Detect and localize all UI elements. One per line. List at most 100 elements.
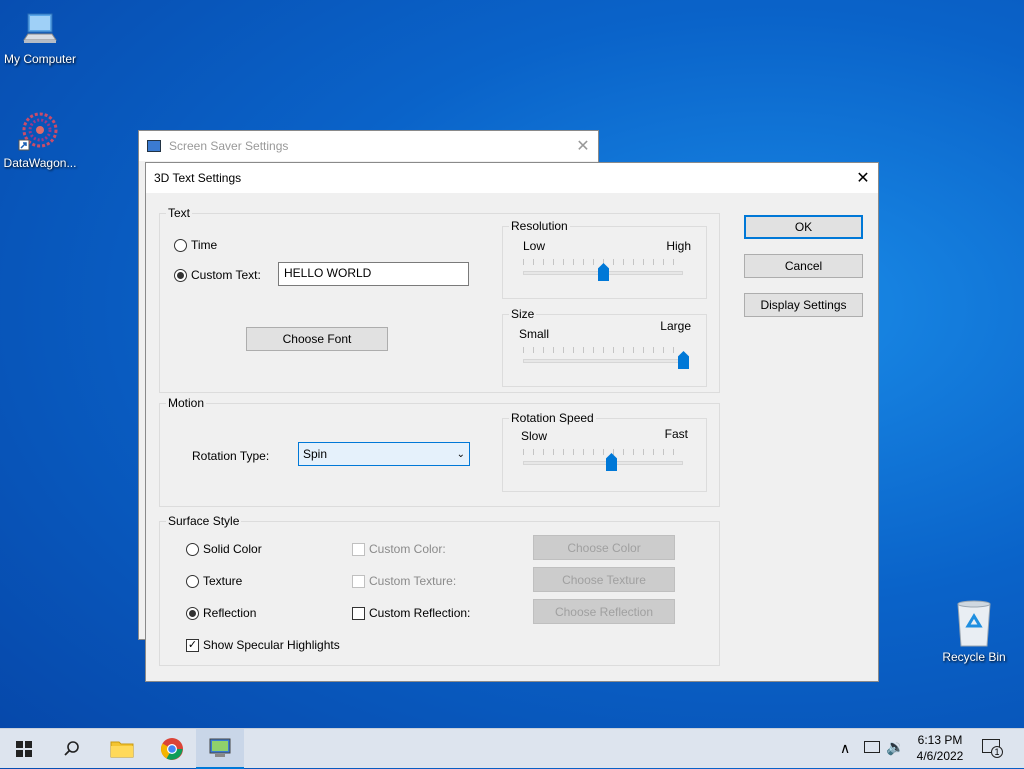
volume-icon[interactable]: 🔉 [886, 738, 905, 756]
recycle-bin-icon [952, 600, 996, 648]
dialog-title: 3D Text Settings [154, 171, 242, 185]
motion-group: Motion Rotation Type: Spin ⌄ Rotation Sp… [159, 396, 720, 507]
radio-dot [186, 574, 199, 588]
desktop-icon-label: DataWagon... [3, 156, 77, 170]
desktop-icon-recycle-bin[interactable]: Recycle Bin [934, 600, 1014, 664]
time-radio[interactable]: Time [174, 238, 217, 252]
checkmark-icon: ✓ [186, 638, 199, 652]
choose-texture-button[interactable]: Choose Texture [533, 567, 675, 592]
custom-text-radio[interactable]: Custom Text: [174, 268, 261, 282]
slider-thumb[interactable] [606, 453, 617, 471]
3d-text-settings-dialog: 3D Text Settings ✕ Text Time Custom Text… [145, 162, 879, 682]
texture-radio[interactable]: Texture [186, 574, 242, 588]
choose-reflection-button[interactable]: Choose Reflection [533, 599, 675, 624]
desktop-icon-label: My Computer [3, 52, 77, 66]
display-settings-button[interactable]: Display Settings [744, 293, 863, 317]
group-label: Rotation Speed [509, 411, 596, 425]
slider-ticks [523, 449, 683, 455]
chevron-up-icon[interactable]: ∧ [840, 740, 850, 757]
custom-color-checkbox[interactable]: Custom Color: [352, 542, 446, 556]
ok-button[interactable]: OK [744, 215, 863, 239]
slider-track [523, 359, 683, 363]
resolution-slider[interactable] [523, 259, 683, 289]
choose-font-button[interactable]: Choose Font [246, 327, 388, 351]
checkbox-box [352, 542, 365, 556]
network-icon[interactable] [864, 741, 880, 753]
desktop-icon-my-computer[interactable]: My Computer [0, 10, 80, 66]
checkbox-label: Custom Reflection: [369, 606, 471, 620]
text-group: Text Time Custom Text: HELLO WORLD Choos… [159, 206, 720, 393]
desktop-icon-label: Recycle Bin [942, 650, 1006, 664]
size-group: Size Small Large [502, 307, 707, 387]
window-title: Screen Saver Settings [169, 139, 289, 153]
slider-thumb[interactable] [598, 263, 609, 281]
choose-color-button[interactable]: Choose Color [533, 535, 675, 560]
radio-label: Reflection [203, 606, 257, 620]
chrome-taskbar-button[interactable] [148, 729, 196, 769]
custom-texture-checkbox[interactable]: Custom Texture: [352, 574, 456, 588]
checkbox-label: Custom Color: [369, 542, 446, 556]
titlebar[interactable]: 3D Text Settings ✕ [146, 163, 878, 193]
rotation-speed-group: Rotation Speed Slow Fast [502, 411, 707, 492]
chrome-icon [161, 738, 183, 760]
group-label: Surface Style [166, 514, 242, 528]
windows-logo-icon [16, 741, 32, 757]
search-button[interactable] [48, 729, 96, 769]
reflection-radio[interactable]: Reflection [186, 606, 256, 620]
clock-time: 6:13 PM [917, 733, 963, 747]
small-label: Small [519, 327, 550, 341]
rotation-type-label: Rotation Type: [192, 449, 270, 463]
size-slider[interactable] [523, 347, 689, 377]
group-label: Text [166, 206, 193, 220]
slider-track [523, 461, 683, 465]
group-label: Size [509, 307, 537, 321]
show-specular-checkbox[interactable]: ✓ Show Specular Highlights [186, 638, 340, 652]
custom-reflection-checkbox[interactable]: Custom Reflection: [352, 606, 470, 620]
chevron-down-icon: ⌄ [456, 448, 465, 460]
fast-label: Fast [664, 427, 688, 441]
slider-ticks [523, 347, 683, 353]
file-explorer-taskbar-button[interactable] [98, 729, 146, 769]
folder-icon [110, 741, 134, 758]
solid-color-radio[interactable]: Solid Color [186, 542, 262, 556]
radio-label: Texture [203, 574, 243, 588]
slider-thumb[interactable] [678, 351, 689, 369]
titlebar[interactable]: Screen Saver Settings ✕ [139, 131, 598, 161]
radio-label: Solid Color [203, 542, 262, 556]
group-label: Motion [166, 396, 207, 410]
radio-dot [174, 268, 187, 282]
screen-saver-taskbar-button[interactable] [196, 729, 244, 769]
radio-dot [186, 606, 199, 620]
surface-style-group: Surface Style Solid Color Texture Reflec… [159, 514, 720, 666]
close-icon[interactable]: ✕ [568, 131, 598, 161]
radio-dot [186, 542, 199, 556]
slow-label: Slow [521, 429, 548, 443]
start-button[interactable] [0, 729, 48, 769]
search-icon [64, 741, 79, 756]
high-label: High [666, 239, 691, 253]
custom-text-input[interactable]: HELLO WORLD [278, 262, 469, 286]
resolution-group: Resolution Low High [502, 219, 707, 299]
clock[interactable]: 6:13 PM 4/6/2022 [908, 733, 972, 763]
checkbox-label: Show Specular Highlights [203, 638, 340, 652]
radio-label: Time [191, 238, 218, 252]
screen-saver-icon [147, 140, 161, 152]
radio-dot [174, 238, 187, 252]
desktop-icon-datawagon[interactable]: DataWagon... [0, 108, 80, 170]
rotation-type-dropdown[interactable]: Spin ⌄ [298, 442, 470, 466]
low-label: Low [523, 239, 546, 253]
close-icon[interactable]: ✕ [848, 163, 878, 193]
notification-badge: 1 [991, 746, 1003, 758]
checkbox-box [352, 574, 365, 588]
cancel-button[interactable]: Cancel [744, 254, 863, 278]
computer-icon [20, 10, 60, 50]
checkbox-label: Custom Texture: [369, 574, 457, 588]
notification-center-button[interactable]: 1 [982, 739, 1003, 758]
group-label: Resolution [509, 219, 570, 233]
rotation-speed-slider[interactable] [523, 449, 683, 479]
large-label: Large [660, 319, 691, 333]
screen-saver-icon [209, 738, 231, 757]
datawagon-icon [17, 108, 63, 154]
taskbar: ∧ 🔉 6:13 PM 4/6/2022 1 [0, 728, 1024, 769]
radio-label: Custom Text: [191, 268, 261, 282]
